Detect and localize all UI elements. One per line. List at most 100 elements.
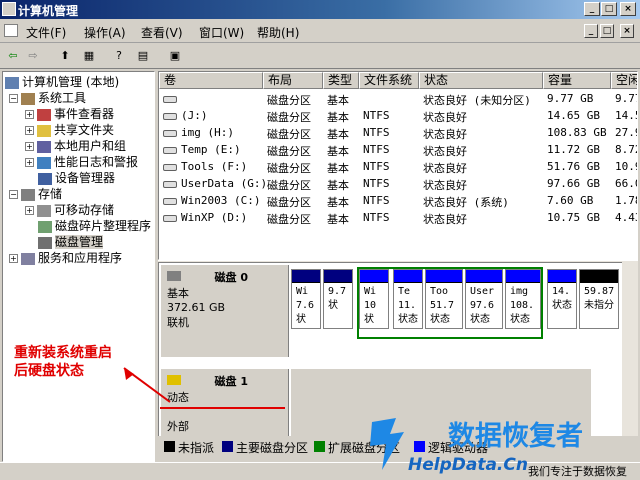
volume-icon xyxy=(163,130,177,137)
col-status[interactable]: 状态 xyxy=(419,72,543,89)
storage-icon xyxy=(21,188,35,201)
disk0-label[interactable]: 磁盘 0 基本 372.61 GB 联机 xyxy=(161,265,289,357)
col-type[interactable]: 类型 xyxy=(323,72,359,89)
services-icon xyxy=(21,252,35,265)
tree-defrag[interactable]: 磁盘碎片整理程序 xyxy=(38,217,151,234)
watermark-slogan: 我们专注于数据恢复 xyxy=(528,465,627,478)
up-folder-icon[interactable]: ⬆ xyxy=(56,47,74,65)
cell-type: 基本 xyxy=(327,196,349,209)
perf-icon xyxy=(37,156,51,169)
device-manager-icon xyxy=(38,172,52,185)
tree-event-viewer[interactable]: + 事件查看器 xyxy=(25,105,114,122)
help-icon[interactable]: ? xyxy=(110,47,128,65)
tree-shared-folders[interactable]: + 共享文件夹 xyxy=(25,121,114,138)
cell-layout: 磁盘分区 xyxy=(267,196,311,209)
table-row[interactable]: Tools (F:) 磁盘分区 基本 NTFS 状态良好 51.76 GB 10.9 xyxy=(159,159,637,176)
cell-layout: 磁盘分区 xyxy=(267,162,311,175)
col-fs[interactable]: 文件系统 xyxy=(359,72,419,89)
show-pane-icon[interactable]: ▤ xyxy=(134,47,152,65)
properties-icon[interactable]: ▣ xyxy=(166,47,184,65)
maximize-button[interactable]: □ xyxy=(601,2,617,16)
legend-primary: 主要磁盘分区 xyxy=(236,441,309,455)
partition-l3: 状 xyxy=(296,314,306,325)
child-close-button[interactable]: × xyxy=(620,24,634,38)
graph-scrollbar[interactable] xyxy=(622,262,638,458)
collapse-icon[interactable]: − xyxy=(9,190,18,199)
cell-cap: 51.76 GB xyxy=(547,160,600,173)
menu-window[interactable]: 窗口(W) xyxy=(199,24,244,41)
cell-vol: img (H:) xyxy=(181,126,234,139)
cell-layout: 磁盘分区 xyxy=(267,94,311,107)
toolbar: ⇦ ⇨ ⬆ ▦ ? ▤ ▣ xyxy=(0,44,640,69)
disk-icon xyxy=(167,271,181,281)
disk0-state: 联机 xyxy=(167,316,189,329)
forward-arrow-icon[interactable]: ⇨ xyxy=(24,47,42,65)
minimize-button[interactable]: _ xyxy=(584,2,600,16)
disk1-state: 外部 xyxy=(167,420,189,433)
tree-local-users[interactable]: + 本地用户和组 xyxy=(25,137,126,154)
cell-vol: UserData (G:) xyxy=(181,177,268,190)
event-viewer-icon xyxy=(37,108,51,121)
partition-block[interactable]: Wi 7.6 状 xyxy=(291,269,321,329)
expand-icon[interactable]: + xyxy=(25,206,34,215)
menu-action[interactable]: 操作(A) xyxy=(84,24,126,41)
col-volume[interactable]: 卷 xyxy=(159,72,263,89)
child-minimize-button[interactable]: _ xyxy=(584,24,598,38)
cell-layout: 磁盘分区 xyxy=(267,145,311,158)
doc-icon xyxy=(4,24,18,37)
col-capacity[interactable]: 容量 xyxy=(543,72,611,89)
window-title: 计算机管理 xyxy=(18,4,79,18)
expand-icon[interactable]: + xyxy=(25,142,34,151)
close-button[interactable]: × xyxy=(620,2,636,16)
menu-view[interactable]: 查看(V) xyxy=(141,24,183,41)
expand-icon[interactable]: + xyxy=(25,110,34,119)
cell-vol: (J:) xyxy=(181,109,208,122)
tree-removable[interactable]: + 可移动存储 xyxy=(25,201,114,218)
tree-device-manager[interactable]: 设备管理器 xyxy=(38,169,115,186)
expand-icon[interactable]: + xyxy=(9,254,18,263)
child-restore-button[interactable]: □ xyxy=(600,24,614,38)
table-row[interactable]: img (H:) 磁盘分区 基本 NTFS 状态良好 108.83 GB 27.9 xyxy=(159,125,637,142)
menu-file[interactable]: 文件(F) xyxy=(26,24,66,41)
cell-type: 基本 xyxy=(327,162,349,175)
table-row[interactable]: Temp (E:) 磁盘分区 基本 NTFS 状态良好 11.72 GB 8.72 xyxy=(159,142,637,159)
cell-type: 基本 xyxy=(327,94,349,107)
table-row[interactable]: Win2003 (C:) 磁盘分区 基本 NTFS 状态良好 (系统) 7.60 GB 1.… xyxy=(159,193,637,210)
menu-help[interactable]: 帮助(H) xyxy=(257,24,299,41)
col-layout[interactable]: 布局 xyxy=(263,72,323,89)
tree-storage[interactable]: − 存储 xyxy=(9,185,62,202)
tree-disk-management[interactable]: 磁盘管理 xyxy=(38,233,104,250)
partition-block[interactable]: 9.7 状 xyxy=(323,269,353,329)
cell-type: 基本 xyxy=(327,111,349,124)
partition-color-bar xyxy=(548,270,576,283)
table-row[interactable]: (J:) 磁盘分区 基本 NTFS 状态良好 14.65 GB 14.5 xyxy=(159,108,637,125)
cell-free: 10.9 xyxy=(615,160,637,173)
partition-block[interactable]: 59.87 未指分 xyxy=(579,269,619,329)
cell-free: 66.0 xyxy=(615,177,637,190)
tree-root[interactable]: 计算机管理 (本地) xyxy=(5,73,119,90)
collapse-icon[interactable]: − xyxy=(9,94,18,103)
col-free[interactable]: 空闲 xyxy=(611,72,637,89)
volume-icon xyxy=(163,147,177,154)
partition-l3: 状态 xyxy=(552,300,572,311)
table-row[interactable]: WinXP (D:) 磁盘分区 基本 NTFS 状态良好 10.75 GB 4.43 xyxy=(159,210,637,227)
cell-cap: 7.60 GB xyxy=(547,194,594,207)
expand-icon[interactable]: + xyxy=(25,126,34,135)
tree-system-tools[interactable]: − 系统工具 xyxy=(9,89,86,106)
back-arrow-icon[interactable]: ⇦ xyxy=(4,47,22,65)
tree-services[interactable]: + 服务和应用程序 xyxy=(9,249,122,266)
menu-bar: 文件(F) 操作(A) 查看(V) 窗口(W) 帮助(H) _ □ × xyxy=(0,19,640,43)
removable-icon xyxy=(37,204,51,217)
table-row[interactable]: UserData (G:)磁盘分区 基本 NTFS 状态良好 97.66 GB 66.0 xyxy=(159,176,637,193)
partition-text: 14. 状态 xyxy=(548,283,576,315)
cell-type: 基本 xyxy=(327,145,349,158)
partition-l3: 状 xyxy=(328,300,338,311)
expand-icon[interactable]: + xyxy=(25,158,34,167)
table-row[interactable]: 磁盘分区 基本 状态良好 (未知分区) 9.77 GB 9.77 xyxy=(159,91,637,108)
tree-perf-logs[interactable]: + 性能日志和警报 xyxy=(25,153,138,170)
cell-cap: 10.75 GB xyxy=(547,211,600,224)
cell-vol: Temp (E:) xyxy=(181,143,241,156)
show-tree-icon[interactable]: ▦ xyxy=(80,47,98,65)
cell-status: 状态良好 xyxy=(423,162,467,175)
partition-block[interactable]: 14. 状态 xyxy=(547,269,577,329)
